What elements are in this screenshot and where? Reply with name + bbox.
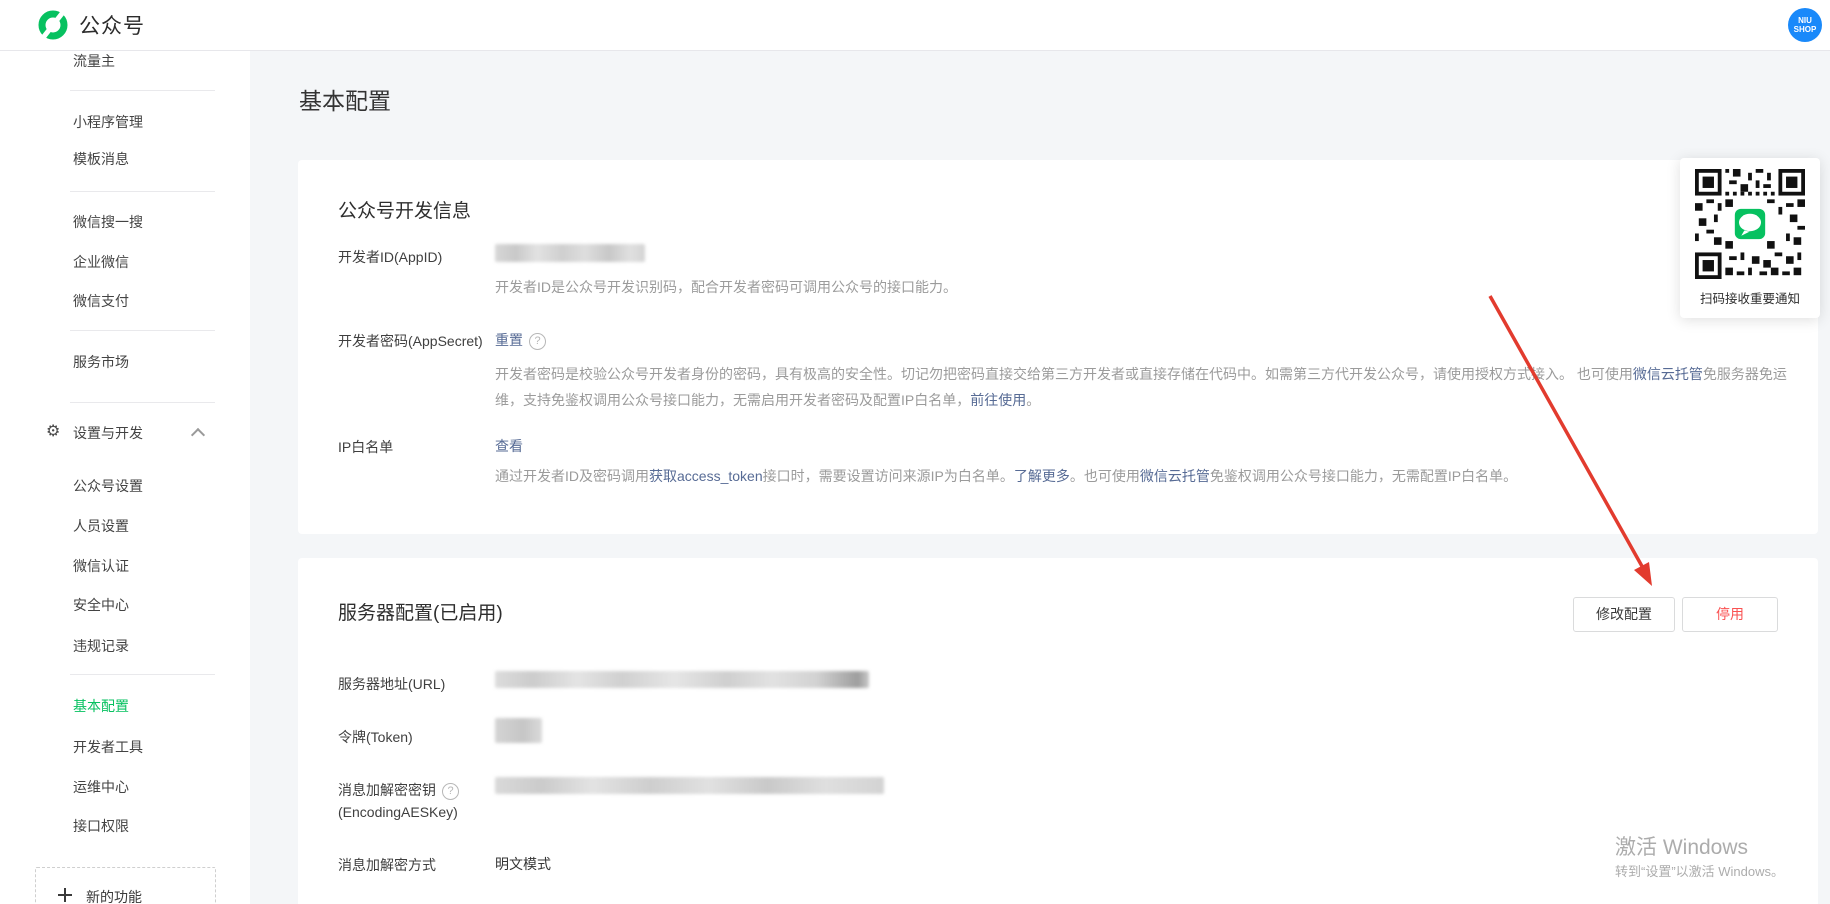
account-avatar[interactable]: NIU SHOP: [1788, 8, 1822, 42]
sidebar-item-basic-config[interactable]: 基本配置: [73, 697, 129, 715]
dev-info-card: 公众号开发信息 开发者ID(AppID) 开发者ID是公众号开发识别码，配合开发…: [298, 160, 1818, 534]
sidebar-item-wechat-verify[interactable]: 微信认证: [73, 557, 129, 575]
brand-name: 公众号: [79, 10, 145, 40]
ip-desc-text: 通过开发者ID及密码调用: [495, 468, 649, 484]
ip-whitelist-desc: 通过开发者ID及密码调用获取access_token接口时，需要设置访问来源IP…: [495, 463, 1800, 489]
learn-more-link[interactable]: 了解更多: [1014, 468, 1070, 484]
aes-key-value-redacted: [495, 777, 884, 794]
ip-desc-text: 。也可使用: [1070, 468, 1140, 484]
sidebar-divider: [70, 674, 215, 675]
brand[interactable]: 公众号: [38, 10, 145, 40]
sidebar-item-security-center[interactable]: 安全中心: [73, 596, 129, 614]
qr-notice-panel: 扫码接收重要通知: [1680, 158, 1820, 318]
cloud-hosting-link[interactable]: 微信云托管: [1140, 468, 1210, 484]
sidebar-divider: [70, 191, 215, 192]
sidebar-item-template-msg[interactable]: 模板消息: [73, 150, 129, 168]
token-label: 令牌(Token): [338, 726, 488, 748]
help-icon[interactable]: ?: [529, 333, 546, 350]
sidebar: 流量主 小程序管理 模板消息 微信搜一搜 企业微信 微信支付 服务市场 ⚙ 设置…: [0, 50, 250, 904]
help-icon[interactable]: ?: [442, 783, 459, 800]
new-features-label: 新的功能: [86, 887, 142, 904]
appid-desc: 开发者ID是公众号开发识别码，配合开发者密码可调用公众号的接口能力。: [495, 274, 1800, 300]
server-url-label: 服务器地址(URL): [338, 673, 488, 695]
encrypt-mode-value: 明文模式: [495, 854, 551, 874]
sidebar-item-developer-tools[interactable]: 开发者工具: [73, 738, 143, 756]
cloud-hosting-link[interactable]: 微信云托管: [1633, 366, 1703, 382]
appid-label: 开发者ID(AppID): [338, 246, 488, 268]
sidebar-group-settings-dev[interactable]: ⚙ 设置与开发: [73, 424, 143, 442]
disable-button[interactable]: 停用: [1682, 597, 1778, 632]
sidebar-divider: [70, 402, 215, 403]
sidebar-item-traffic[interactable]: 流量主: [73, 52, 115, 70]
view-link[interactable]: 查看: [495, 438, 523, 454]
sidebar-group-label: 设置与开发: [73, 425, 143, 441]
sidebar-divider: [70, 90, 215, 91]
aes-key-label: 消息加解密密钥?: [338, 779, 488, 801]
access-token-link[interactable]: 获取access_token: [649, 468, 763, 484]
ip-desc-text: 接口时，需要设置访问来源IP为白名单。: [763, 468, 1014, 484]
token-value-redacted: [495, 718, 542, 743]
sidebar-item-work-wechat[interactable]: 企业微信: [73, 253, 129, 271]
sidebar-item-api-permissions[interactable]: 接口权限: [73, 817, 129, 835]
appsecret-label: 开发者密码(AppSecret): [338, 330, 488, 352]
sidebar-item-wechat-pay[interactable]: 微信支付: [73, 292, 129, 310]
dev-info-section-title: 公众号开发信息: [338, 196, 471, 223]
chevron-up-icon: [191, 428, 205, 442]
encrypt-mode-label: 消息加解密方式: [338, 854, 488, 876]
appsecret-desc-text: 。: [1026, 392, 1040, 408]
sidebar-item-staff-settings[interactable]: 人员设置: [73, 517, 129, 535]
appsecret-desc: 开发者密码是校验公众号开发者身份的密码，具有极高的安全性。切记勿把密码直接交给第…: [495, 361, 1800, 413]
aes-key-label-line2: (EncodingAESKey): [338, 801, 488, 823]
appsecret-desc-text: 开发者密码是校验公众号开发者身份的密码，具有极高的安全性。切记勿把密码直接交给第…: [495, 366, 1633, 382]
wechat-mp-admin-page: 公众号 NIU SHOP 流量主 小程序管理 模板消息 微信搜一搜 企业微信 微…: [0, 0, 1830, 904]
qr-caption: 扫码接收重要通知: [1680, 288, 1820, 307]
gear-icon: ⚙: [46, 423, 60, 441]
sidebar-item-miniprogram-mgmt[interactable]: 小程序管理: [73, 113, 143, 131]
sidebar-item-violation-records[interactable]: 违规记录: [73, 637, 129, 655]
sidebar-item-wechat-search[interactable]: 微信搜一搜: [73, 213, 143, 231]
plus-icon: [58, 888, 72, 902]
reset-link[interactable]: 重置: [495, 332, 523, 348]
server-config-card: 服务器配置(已启用) 修改配置 停用 服务器地址(URL) 令牌(Token) …: [298, 558, 1818, 904]
server-config-section-title: 服务器配置(已启用): [338, 598, 503, 625]
ip-desc-text: 免鉴权调用公众号接口能力，无需配置IP白名单。: [1210, 468, 1517, 484]
page-title: 基本配置: [299, 82, 391, 116]
sidebar-item-ops-center[interactable]: 运维中心: [73, 778, 129, 796]
modify-config-button[interactable]: 修改配置: [1573, 597, 1675, 632]
sidebar-item-service-market[interactable]: 服务市场: [73, 353, 129, 371]
appid-value-redacted: [495, 244, 645, 262]
sidebar-divider: [70, 330, 215, 331]
appsecret-actions: 重置?: [495, 330, 546, 350]
aes-key-label-line1: 消息加解密密钥: [338, 782, 436, 798]
ip-whitelist-actions: 查看: [495, 436, 523, 456]
qr-code: [1695, 169, 1805, 279]
top-bar: 公众号 NIU SHOP: [0, 0, 1830, 51]
sidebar-item-new-features[interactable]: 新的功能: [35, 867, 216, 904]
goto-use-link[interactable]: 前往使用: [970, 392, 1026, 408]
ip-whitelist-label: IP白名单: [338, 436, 488, 458]
sidebar-item-account-settings[interactable]: 公众号设置: [73, 477, 143, 495]
windows-activation-watermark: 激活 Windows: [1615, 831, 1748, 861]
server-url-value-redacted: [495, 671, 869, 688]
windows-activation-watermark-sub: 转到“设置”以激活 Windows。: [1615, 861, 1784, 880]
wechat-oa-logo-icon: [38, 10, 68, 40]
